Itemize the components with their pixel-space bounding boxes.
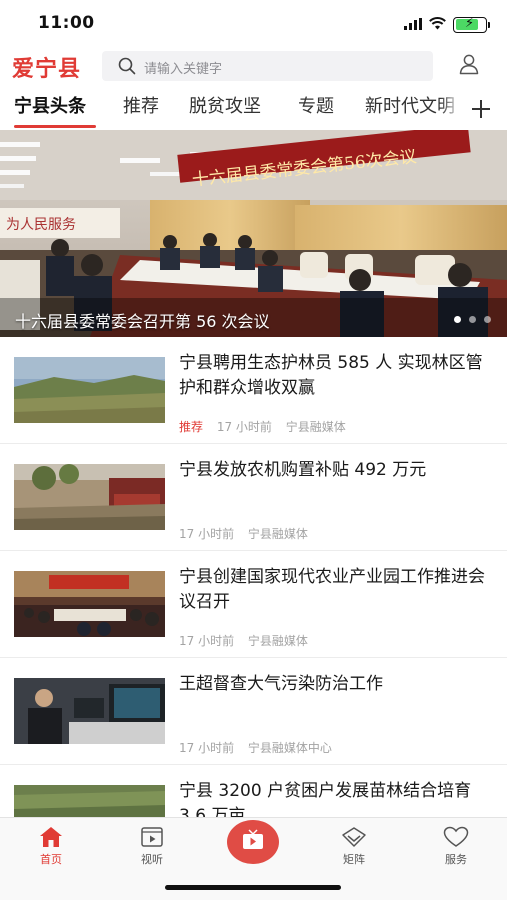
banner-wall-slogan: 为人民服务 <box>6 217 76 233</box>
news-title: 宁县发放农机购置补贴 492 万元 <box>179 460 427 480</box>
news-item[interactable]: 宁县聘用生态护林员 585 人 实现林区管护和群众增收双赢 推荐 17 小时前 … <box>0 337 507 444</box>
news-title: 王超督查大气污染防治工作 <box>179 674 383 694</box>
news-time: 17 小时前 <box>179 634 235 648</box>
news-source: 宁县融媒体 <box>247 527 308 541</box>
news-meta: 17 小时前 宁县融媒体 <box>179 525 318 542</box>
news-thumbnail <box>14 357 165 423</box>
news-source: 宁县融媒体 <box>247 634 308 648</box>
news-item[interactable]: 宁县发放农机购置补贴 492 万元 17 小时前 宁县融媒体 <box>0 444 507 551</box>
nav-video-label: 视听 <box>141 853 163 866</box>
heart-icon <box>443 826 469 847</box>
news-thumbnail <box>14 678 165 744</box>
news-meta: 17 小时前 宁县融媒体 <box>179 632 318 649</box>
tab-ningxian-headlines[interactable]: 宁县头条 <box>14 92 86 118</box>
live-tv-button[interactable] <box>227 820 279 864</box>
wifi-icon <box>429 15 446 34</box>
search-placeholder: 请输入关键字 <box>144 62 223 77</box>
nav-home[interactable]: 首页 <box>21 826 81 867</box>
news-title: 宁县创建国家现代农业产业园工作推进会议召开 <box>179 567 485 612</box>
news-thumbnail <box>14 571 165 637</box>
news-title: 宁县聘用生态护林员 585 人 实现林区管护和群众增收双赢 <box>179 353 483 398</box>
nav-home-label: 首页 <box>40 853 62 866</box>
signal-icon <box>404 15 422 34</box>
search-input[interactable]: 请输入关键字 <box>102 51 433 81</box>
carousel-dot[interactable] <box>454 316 461 323</box>
tv-icon <box>243 829 263 849</box>
banner-carousel[interactable]: 为人民服务 十六届县委常委会第56次会议 十六届县委常委会召开第 56 次会议 <box>0 130 507 337</box>
user-icon[interactable] <box>458 53 480 79</box>
news-source: 宁县融媒体 <box>285 420 346 434</box>
news-thumbnail <box>14 464 165 530</box>
home-icon <box>40 827 62 847</box>
status-bar: 11:00 ⚡ <box>0 0 507 48</box>
tab-recommended[interactable]: 推荐 <box>123 92 159 118</box>
news-item[interactable]: 王超督查大气污染防治工作 17 小时前 宁县融媒体中心 <box>0 658 507 765</box>
app-header: 爱宁县 请输入关键字 <box>0 48 507 86</box>
nav-video[interactable]: 视听 <box>122 826 182 867</box>
banner-caption: 十六届县委常委会召开第 56 次会议 <box>15 312 270 331</box>
category-tabs: 宁县头条 推荐 脱贫攻坚 专题 新时代文明 <box>0 92 507 128</box>
news-meta: 17 小时前 宁县融媒体中心 <box>179 739 342 756</box>
nav-matrix-label: 矩阵 <box>343 853 365 866</box>
carousel-indicator <box>454 316 491 323</box>
news-source: 宁县融媒体中心 <box>247 741 332 755</box>
status-time: 11:00 <box>38 13 95 33</box>
news-time: 17 小时前 <box>179 741 235 755</box>
news-time: 17 小时前 <box>179 527 235 541</box>
video-icon <box>141 827 163 847</box>
recommend-tag: 推荐 <box>179 420 204 434</box>
carousel-dot[interactable] <box>469 316 476 323</box>
home-indicator[interactable] <box>165 885 341 890</box>
active-tab-indicator <box>14 125 96 128</box>
nav-services-label: 服务 <box>445 853 467 866</box>
news-item[interactable]: 宁县创建国家现代农业产业园工作推进会议召开 17 小时前 宁县融媒体 <box>0 551 507 658</box>
status-icons: ⚡ <box>404 15 490 34</box>
search-icon <box>118 57 136 79</box>
nav-matrix[interactable]: 矩阵 <box>324 826 384 867</box>
matrix-icon <box>342 827 366 847</box>
banner-photo: 为人民服务 十六届县委常委会第56次会议 <box>0 130 507 337</box>
tab-fade <box>440 92 468 122</box>
tab-topics[interactable]: 专题 <box>298 92 334 118</box>
tab-poverty-alleviation[interactable]: 脱贫攻坚 <box>189 92 261 118</box>
app-logo: 爱宁县 <box>12 57 82 82</box>
news-meta: 推荐 17 小时前 宁县融媒体 <box>179 418 356 435</box>
battery-icon: ⚡ <box>453 16 490 33</box>
add-channel-icon[interactable] <box>470 98 492 124</box>
carousel-dot[interactable] <box>484 316 491 323</box>
nav-services[interactable]: 服务 <box>426 826 486 867</box>
news-time: 17 小时前 <box>216 420 272 434</box>
